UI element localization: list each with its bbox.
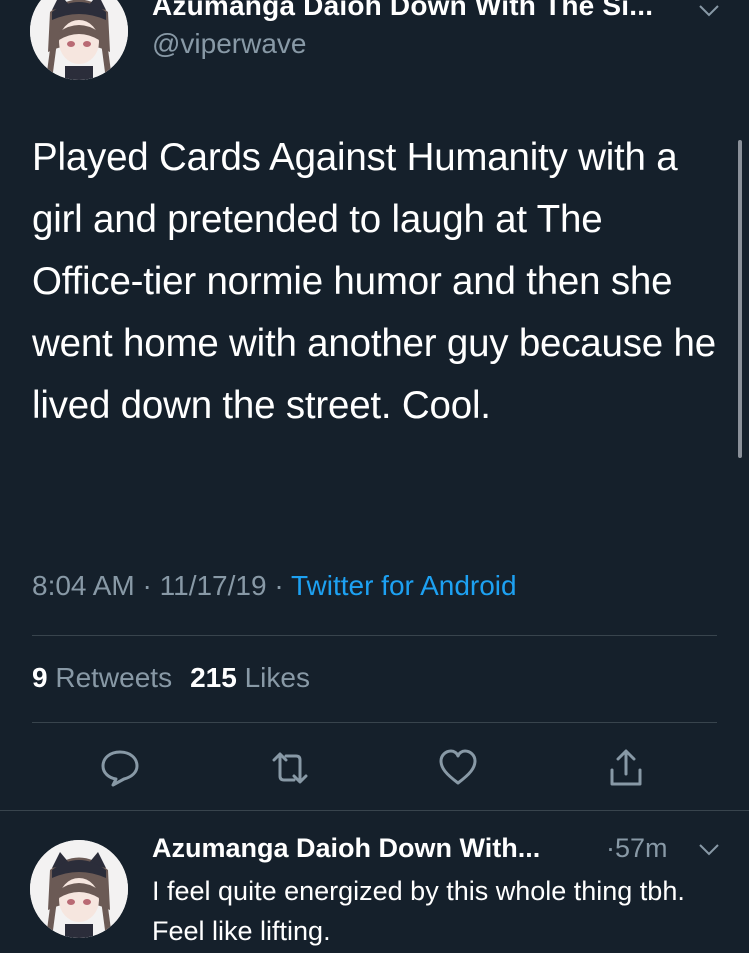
tweet-stats: 9 Retweets 215 Likes (32, 662, 310, 694)
heart-icon[interactable] (438, 748, 478, 788)
scrollbar[interactable] (738, 140, 742, 458)
divider (0, 810, 749, 811)
author-name[interactable]: Azumanga Daioh Down With The Si... (152, 0, 653, 22)
tweet-detail-screen: Azumanga Daioh Down With The Si... @vipe… (0, 0, 749, 953)
tweet-text: Played Cards Against Humanity with a gir… (32, 136, 716, 427)
share-icon[interactable] (606, 748, 646, 788)
reply-timestamp: ·57m (606, 833, 668, 863)
meta-separator: · (266, 570, 291, 601)
likes-stat[interactable]: 215 Likes (190, 662, 310, 693)
author-avatar[interactable] (30, 0, 128, 80)
chevron-down-icon[interactable] (698, 843, 720, 857)
retweets-stat[interactable]: 9 Retweets (32, 662, 172, 693)
tweet-meta: 8:04 AM · 11/17/19 · Twitter for Android (32, 570, 517, 602)
divider (32, 722, 717, 723)
reply-icon[interactable] (100, 748, 140, 788)
author-handle[interactable]: @viperwave (152, 28, 306, 60)
retweets-label: Retweets (55, 662, 173, 693)
chevron-down-icon[interactable] (698, 4, 720, 18)
retweets-count: 9 (32, 662, 48, 693)
likes-count: 215 (190, 662, 237, 693)
likes-label: Likes (244, 662, 310, 693)
retweet-icon[interactable] (270, 748, 310, 788)
divider (32, 635, 717, 636)
reply-author-avatar[interactable] (30, 840, 128, 938)
reply-author-name[interactable]: Azumanga Daioh Down With... (152, 833, 540, 864)
meta-separator: · (134, 570, 160, 601)
reply-text: I feel quite energized by this whole thi… (152, 876, 685, 946)
tweet-time: 8:04 AM (32, 570, 135, 601)
tweet-date: 11/17/19 (159, 570, 267, 601)
tweet-source-link[interactable]: Twitter for Android (291, 570, 517, 601)
